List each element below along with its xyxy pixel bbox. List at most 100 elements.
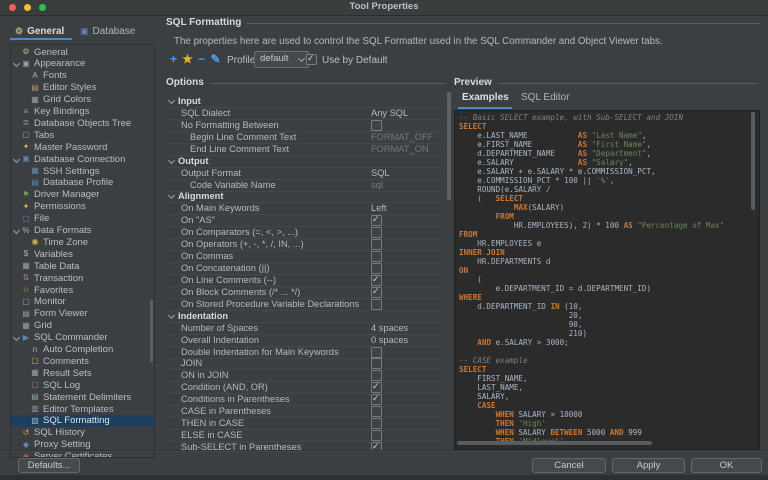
cancel-button[interactable]: Cancel — [532, 458, 606, 473]
tree-item-sql-formatting[interactable]: ▧SQL Formatting — [11, 415, 154, 427]
chevron-down-icon[interactable] — [168, 157, 175, 164]
preview-horizontal-scrollbar[interactable] — [457, 441, 652, 445]
tab-general[interactable]: ⚙ General — [15, 23, 64, 39]
tree-item-permissions[interactable]: ✦Permissions — [11, 201, 154, 213]
chevron-down-icon[interactable] — [168, 192, 175, 199]
option-checkbox-case-in-parentheses[interactable] — [371, 406, 382, 417]
tree-item-result-sets[interactable]: ▦Result Sets — [11, 367, 154, 379]
option-value[interactable]: FORMAT_OFF — [371, 132, 433, 142]
tree-item-appearance[interactable]: ▣Appearance — [11, 58, 154, 70]
option-label: Condition (AND, OR) — [181, 382, 268, 392]
tree-item-label: Key Bindings — [34, 106, 89, 117]
tree-item-general[interactable]: ⚙General — [11, 46, 154, 58]
tree-item-sql-log[interactable]: ▢SQL Log — [11, 379, 154, 391]
option-value[interactable]: FORMAT_ON — [371, 144, 429, 154]
tree-item-auto-completion[interactable]: nAuto Completion — [11, 344, 154, 356]
option-checkbox-on-stored-procedure-variable-declarations[interactable] — [371, 299, 382, 310]
sql-preview-editor[interactable]: -- Basic SELECT example, with Sub-SELECT… — [454, 110, 760, 451]
code-line: 20, — [455, 311, 759, 320]
option-value[interactable]: 0 spaces — [371, 335, 408, 345]
option-checkbox-on-line-comments[interactable] — [371, 275, 382, 286]
ok-button[interactable]: OK — [691, 458, 762, 473]
tree-item-database-profile[interactable]: ▤Database Profile — [11, 177, 154, 189]
option-checkbox-else-in-case[interactable] — [371, 430, 382, 441]
tree-item-variables[interactable]: $Variables — [11, 248, 154, 260]
remove-profile-icon[interactable]: − — [195, 52, 208, 66]
tree-item-monitor[interactable]: ▢Monitor — [11, 296, 154, 308]
wrench-icon: ⚙ — [21, 47, 31, 57]
defaults-button[interactable]: Defaults... — [18, 458, 80, 473]
tree-item-label: Favorites — [34, 285, 73, 296]
tree-item-file[interactable]: ▢File — [11, 213, 154, 225]
tree-item-label: Editor Templates — [43, 404, 114, 415]
tree-item-data-formats[interactable]: %Data Formats — [11, 225, 154, 237]
chevron-down-icon[interactable] — [168, 97, 175, 104]
chevron-down-icon[interactable] — [13, 156, 20, 163]
option-checkbox-no-formatting-between[interactable] — [371, 120, 382, 131]
tree-item-driver-manager[interactable]: ⚑Driver Manager — [11, 189, 154, 201]
tree-item-editor-templates[interactable]: ▥Editor Templates — [11, 403, 154, 415]
tree-item-sql-commander[interactable]: ▶SQL Commander — [11, 332, 154, 344]
chevron-down-icon[interactable] — [168, 312, 175, 319]
tab-database[interactable]: ▣ Database — [80, 23, 135, 39]
option-label: On Block Comments (/* ... */) — [181, 287, 300, 297]
option-checkbox-on-comparators[interactable] — [371, 227, 382, 238]
code-line: CASE — [455, 401, 759, 410]
code-line: 90, — [455, 320, 759, 329]
option-checkbox-condition-and-or[interactable] — [371, 382, 382, 393]
tree-item-sql-history[interactable]: ↺SQL History — [11, 427, 154, 439]
option-checkbox-on-in-join[interactable] — [371, 370, 382, 381]
add-profile-icon[interactable]: + — [167, 52, 180, 66]
tree-item-transaction[interactable]: ⇅Transaction — [11, 272, 154, 284]
grid-icon: ▦ — [21, 321, 31, 331]
option-checkbox-on-block-comments[interactable] — [371, 287, 382, 298]
profile-select[interactable]: default — [254, 51, 309, 68]
tree-item-tabs[interactable]: ▢Tabs — [11, 129, 154, 141]
tab-sql-editor[interactable]: SQL Editor — [521, 92, 570, 103]
chevron-down-icon[interactable] — [13, 334, 20, 341]
tree-item-form-viewer[interactable]: ▤Form Viewer — [11, 308, 154, 320]
tree-item-grid[interactable]: ▦Grid — [11, 320, 154, 332]
option-checkbox-double-indentation-for-main-keywords[interactable] — [371, 347, 382, 358]
tree-item-ssh-settings[interactable]: ▦SSH Settings — [11, 165, 154, 177]
tree-item-favorites[interactable]: ☆Favorites — [11, 284, 154, 296]
preview-vertical-scrollbar[interactable] — [751, 112, 755, 210]
option-value[interactable]: sql — [371, 180, 383, 190]
auto-completion-icon: n — [30, 345, 40, 355]
tree-item-proxy-setting[interactable]: ◆Proxy Setting — [11, 439, 154, 451]
tree-item-key-bindings[interactable]: ≡Key Bindings — [11, 106, 154, 118]
tree-item-master-password[interactable]: ✦Master Password — [11, 141, 154, 153]
tree-item-database-objects-tree[interactable]: ≣Database Objects Tree — [11, 117, 154, 129]
apply-button[interactable]: Apply — [612, 458, 685, 473]
use-by-default-checkbox[interactable] — [306, 54, 317, 65]
tree-item-statement-delimiters[interactable]: ▤Statement Delimiters — [11, 391, 154, 403]
option-checkbox-on-operators-in[interactable] — [371, 239, 382, 250]
code-line: ( SELECT — [455, 194, 759, 203]
option-checkbox-conditions-in-parentheses[interactable] — [371, 394, 382, 405]
option-checkbox-join[interactable] — [371, 358, 382, 369]
star-profile-icon[interactable]: ★ — [181, 52, 194, 66]
tree-item-editor-styles[interactable]: ▤Editor Styles — [11, 82, 154, 94]
option-label: JOIN — [181, 358, 202, 368]
tree-item-time-zone[interactable]: ◉Time Zone — [11, 236, 154, 248]
rename-profile-icon[interactable]: ✎ — [209, 52, 222, 66]
option-checkbox-on-commas[interactable] — [371, 251, 382, 262]
option-value[interactable]: 4 spaces — [371, 323, 408, 333]
code-line: LAST_NAME, — [455, 383, 759, 392]
tree-item-grid-colors[interactable]: ▦Grid Colors — [11, 94, 154, 106]
option-value[interactable]: SQL — [371, 168, 390, 178]
option-checkbox-on-concatenation[interactable] — [371, 263, 382, 274]
tree-item-database-connection[interactable]: ▣Database Connection — [11, 153, 154, 165]
chevron-down-icon[interactable] — [13, 60, 20, 67]
preview-selected-tab-underline — [458, 107, 512, 109]
option-checkbox-then-in-case[interactable] — [371, 418, 382, 429]
tree-item-table-data[interactable]: ▦Table Data — [11, 260, 154, 272]
options-scrollbar[interactable] — [447, 92, 451, 200]
tab-examples[interactable]: Examples — [462, 92, 509, 103]
tree-item-comments[interactable]: ▢Comments — [11, 355, 154, 367]
option-value[interactable]: Any SQL — [371, 108, 408, 118]
chevron-down-icon[interactable] — [13, 227, 20, 234]
option-value[interactable]: Left — [371, 203, 387, 213]
tree-item-fonts[interactable]: AFonts — [11, 70, 154, 82]
option-checkbox-on-as[interactable] — [371, 215, 382, 226]
